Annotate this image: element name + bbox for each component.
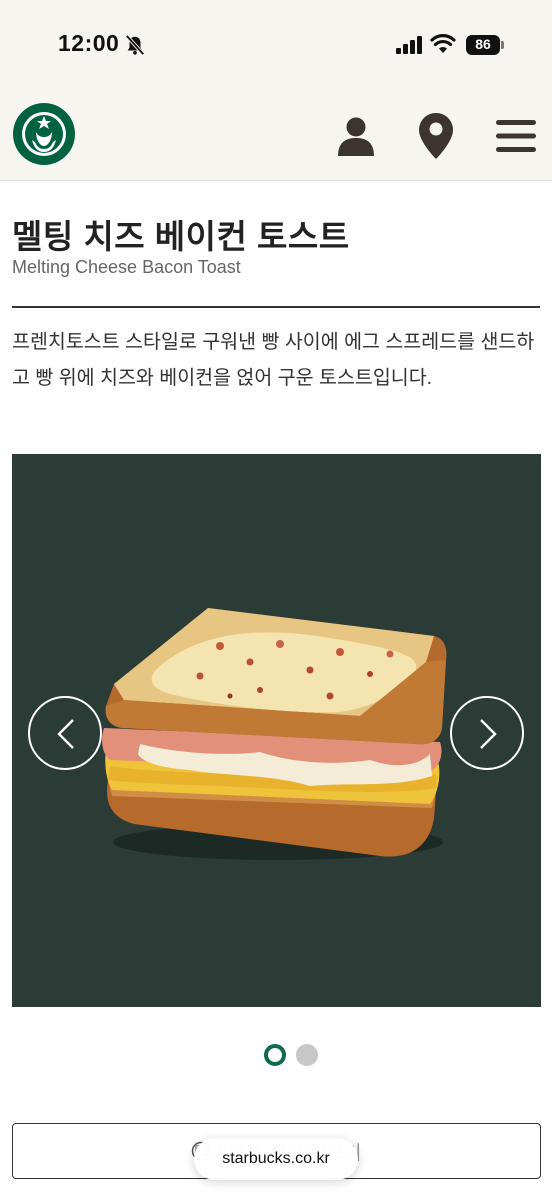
status-bar: 12:00 86 xyxy=(0,0,552,90)
product-image-carousel[interactable] xyxy=(12,454,541,1007)
bell-off-icon xyxy=(125,34,145,56)
carousel-next-button[interactable] xyxy=(450,696,524,770)
hamburger-menu-icon[interactable] xyxy=(496,118,536,154)
chevron-left-icon xyxy=(57,719,74,749)
product-title-english: Melting Cheese Bacon Toast xyxy=(12,257,241,277)
site-header xyxy=(0,90,552,180)
carousel-dot-1[interactable] xyxy=(264,1044,286,1066)
cellular-signal-icon xyxy=(396,36,422,54)
carousel-pagination xyxy=(0,1044,552,1068)
status-time: 12:00 xyxy=(58,30,120,56)
wifi-icon xyxy=(430,34,456,53)
product-image xyxy=(102,608,447,860)
browser-url-bar[interactable]: starbucks.co.kr xyxy=(194,1138,358,1180)
carousel-prev-button[interactable] xyxy=(28,696,102,770)
carousel-dot-2[interactable] xyxy=(296,1044,318,1066)
title-divider xyxy=(12,306,540,308)
chevron-right-icon xyxy=(480,719,497,749)
battery-indicator: 86 xyxy=(466,35,504,55)
browser-url: starbucks.co.kr xyxy=(222,1150,330,1167)
map-pin-icon[interactable] xyxy=(418,112,454,160)
top-bar: 12:00 86 xyxy=(0,0,552,181)
product-description: 프렌치토스트 스타일로 구워낸 빵 사이에 에그 스프레드를 샌드하고 빵 위에… xyxy=(12,331,535,389)
battery-level: 86 xyxy=(475,36,491,52)
product-title-korean: 멜팅 치즈 베이컨 토스트 xyxy=(12,218,350,255)
user-icon[interactable] xyxy=(336,116,376,156)
starbucks-logo-icon[interactable] xyxy=(12,102,76,166)
